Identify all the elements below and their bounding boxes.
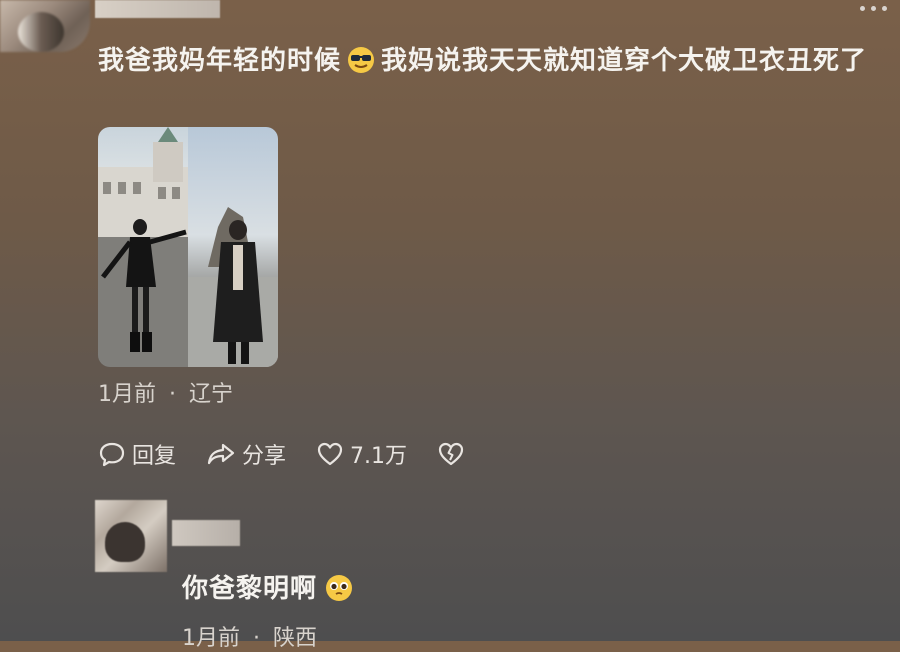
username-blurred[interactable] bbox=[95, 0, 220, 18]
share-label: 分享 bbox=[242, 444, 287, 469]
meta-separator: · bbox=[169, 382, 176, 407]
broken-heart-icon bbox=[438, 442, 464, 466]
cool-sunglasses-emoji-icon bbox=[348, 47, 375, 73]
comment-location: 辽宁 bbox=[189, 382, 234, 407]
comment-time: 1月前 bbox=[98, 382, 156, 407]
action-bar: 回复 分享 7.1万 bbox=[98, 438, 501, 470]
comment-text-part2: 我妈说我天天就知道穿个大破卫衣丑死了 bbox=[381, 46, 868, 76]
reply-bubble-icon bbox=[99, 442, 125, 467]
heart-icon bbox=[317, 442, 343, 466]
reply-button[interactable]: 回复 bbox=[98, 438, 176, 470]
comment-meta: 1月前 · 辽宁 bbox=[98, 376, 233, 408]
reply-text: 你爸黎明啊 bbox=[182, 568, 359, 605]
avatar[interactable] bbox=[0, 0, 90, 52]
reply-text-content: 你爸黎明啊 bbox=[182, 574, 318, 604]
comment-text: 我爸我妈年轻的时候 我妈说我天天就知道穿个大破卫衣丑死了 bbox=[98, 36, 888, 86]
reply-time: 1月前 bbox=[182, 626, 240, 651]
more-options-icon[interactable] bbox=[856, 2, 890, 14]
photo-right-panel bbox=[188, 127, 278, 367]
dislike-button[interactable] bbox=[437, 440, 471, 468]
photo-left-panel bbox=[98, 127, 188, 367]
share-arrow-icon bbox=[207, 443, 235, 465]
pleading-face-emoji-icon bbox=[326, 575, 353, 601]
man-coat-illustration bbox=[188, 207, 278, 367]
reply-meta-separator: · bbox=[253, 626, 260, 651]
building-woman-illustration bbox=[98, 127, 188, 367]
comment-photo[interactable] bbox=[98, 127, 278, 367]
reply-label: 回复 bbox=[132, 444, 177, 469]
reply-meta: 1月前 · 陕西 bbox=[182, 620, 317, 652]
comment-text-part1: 我爸我妈年轻的时候 bbox=[98, 46, 342, 76]
reply-avatar[interactable] bbox=[95, 500, 167, 572]
like-count: 7.1万 bbox=[350, 444, 408, 469]
reply-location: 陕西 bbox=[273, 626, 318, 651]
like-button[interactable]: 7.1万 bbox=[316, 438, 407, 470]
share-button[interactable]: 分享 bbox=[206, 438, 286, 470]
reply-username-blurred[interactable] bbox=[172, 520, 240, 546]
